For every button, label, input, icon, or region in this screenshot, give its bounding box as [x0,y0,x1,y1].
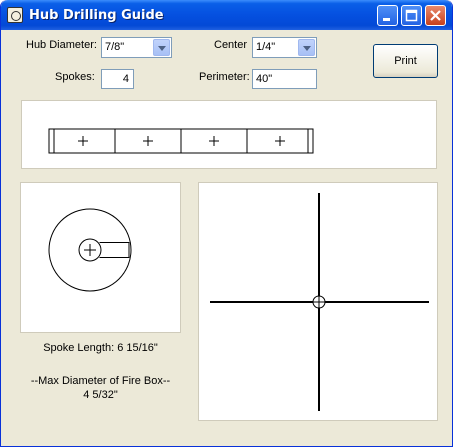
crosshair-drawing [210,193,429,411]
app-window: Hub Drilling Guide Hub Diameter: 7/8" Ce… [0,0,453,447]
hub-diameter-label: Hub Diameter: [26,39,97,51]
hub-diameter-value: 7/8" [105,41,125,53]
center-select[interactable]: 1/4" [252,37,317,58]
minimize-button[interactable] [377,5,398,26]
maximize-button[interactable] [401,5,422,26]
chevron-down-icon[interactable] [153,39,170,56]
print-button[interactable]: Print [373,44,438,78]
client-area: Hub Diameter: 7/8" Center 1/4" Spokes: 4… [4,30,449,444]
perimeter-value: 40" [256,73,273,85]
hub-diameter-select[interactable]: 7/8" [101,37,172,58]
hub-diagram-drawing [48,208,132,292]
hub-strip-canvas [21,100,437,169]
minimize-icon [383,18,390,21]
close-button[interactable] [425,5,446,26]
spokes-label: Spokes: [55,71,95,83]
maximize-icon [405,9,418,22]
center-label: Center [214,39,248,51]
spokes-value: 4 [122,73,129,85]
hub-strip-drawing [48,128,314,154]
title-bar[interactable]: Hub Drilling Guide [1,0,452,30]
window-title: Hub Drilling Guide [29,8,164,23]
close-icon [430,10,441,21]
spoke-length-text: Spoke Length: 6 15/16" [43,342,158,354]
hub-diagram-canvas [20,182,181,333]
max-diameter-label: --Max Diameter of Fire Box-- [30,375,171,387]
max-diameter-value: 4 5/32" [83,389,118,401]
crosshair-canvas [198,182,438,421]
center-value: 1/4" [256,41,276,53]
chevron-down-icon[interactable] [298,39,315,56]
perimeter-label: Perimeter: [199,71,250,83]
spokes-input[interactable]: 4 [101,69,134,89]
perimeter-input[interactable]: 40" [252,69,317,89]
app-icon[interactable] [7,7,23,23]
